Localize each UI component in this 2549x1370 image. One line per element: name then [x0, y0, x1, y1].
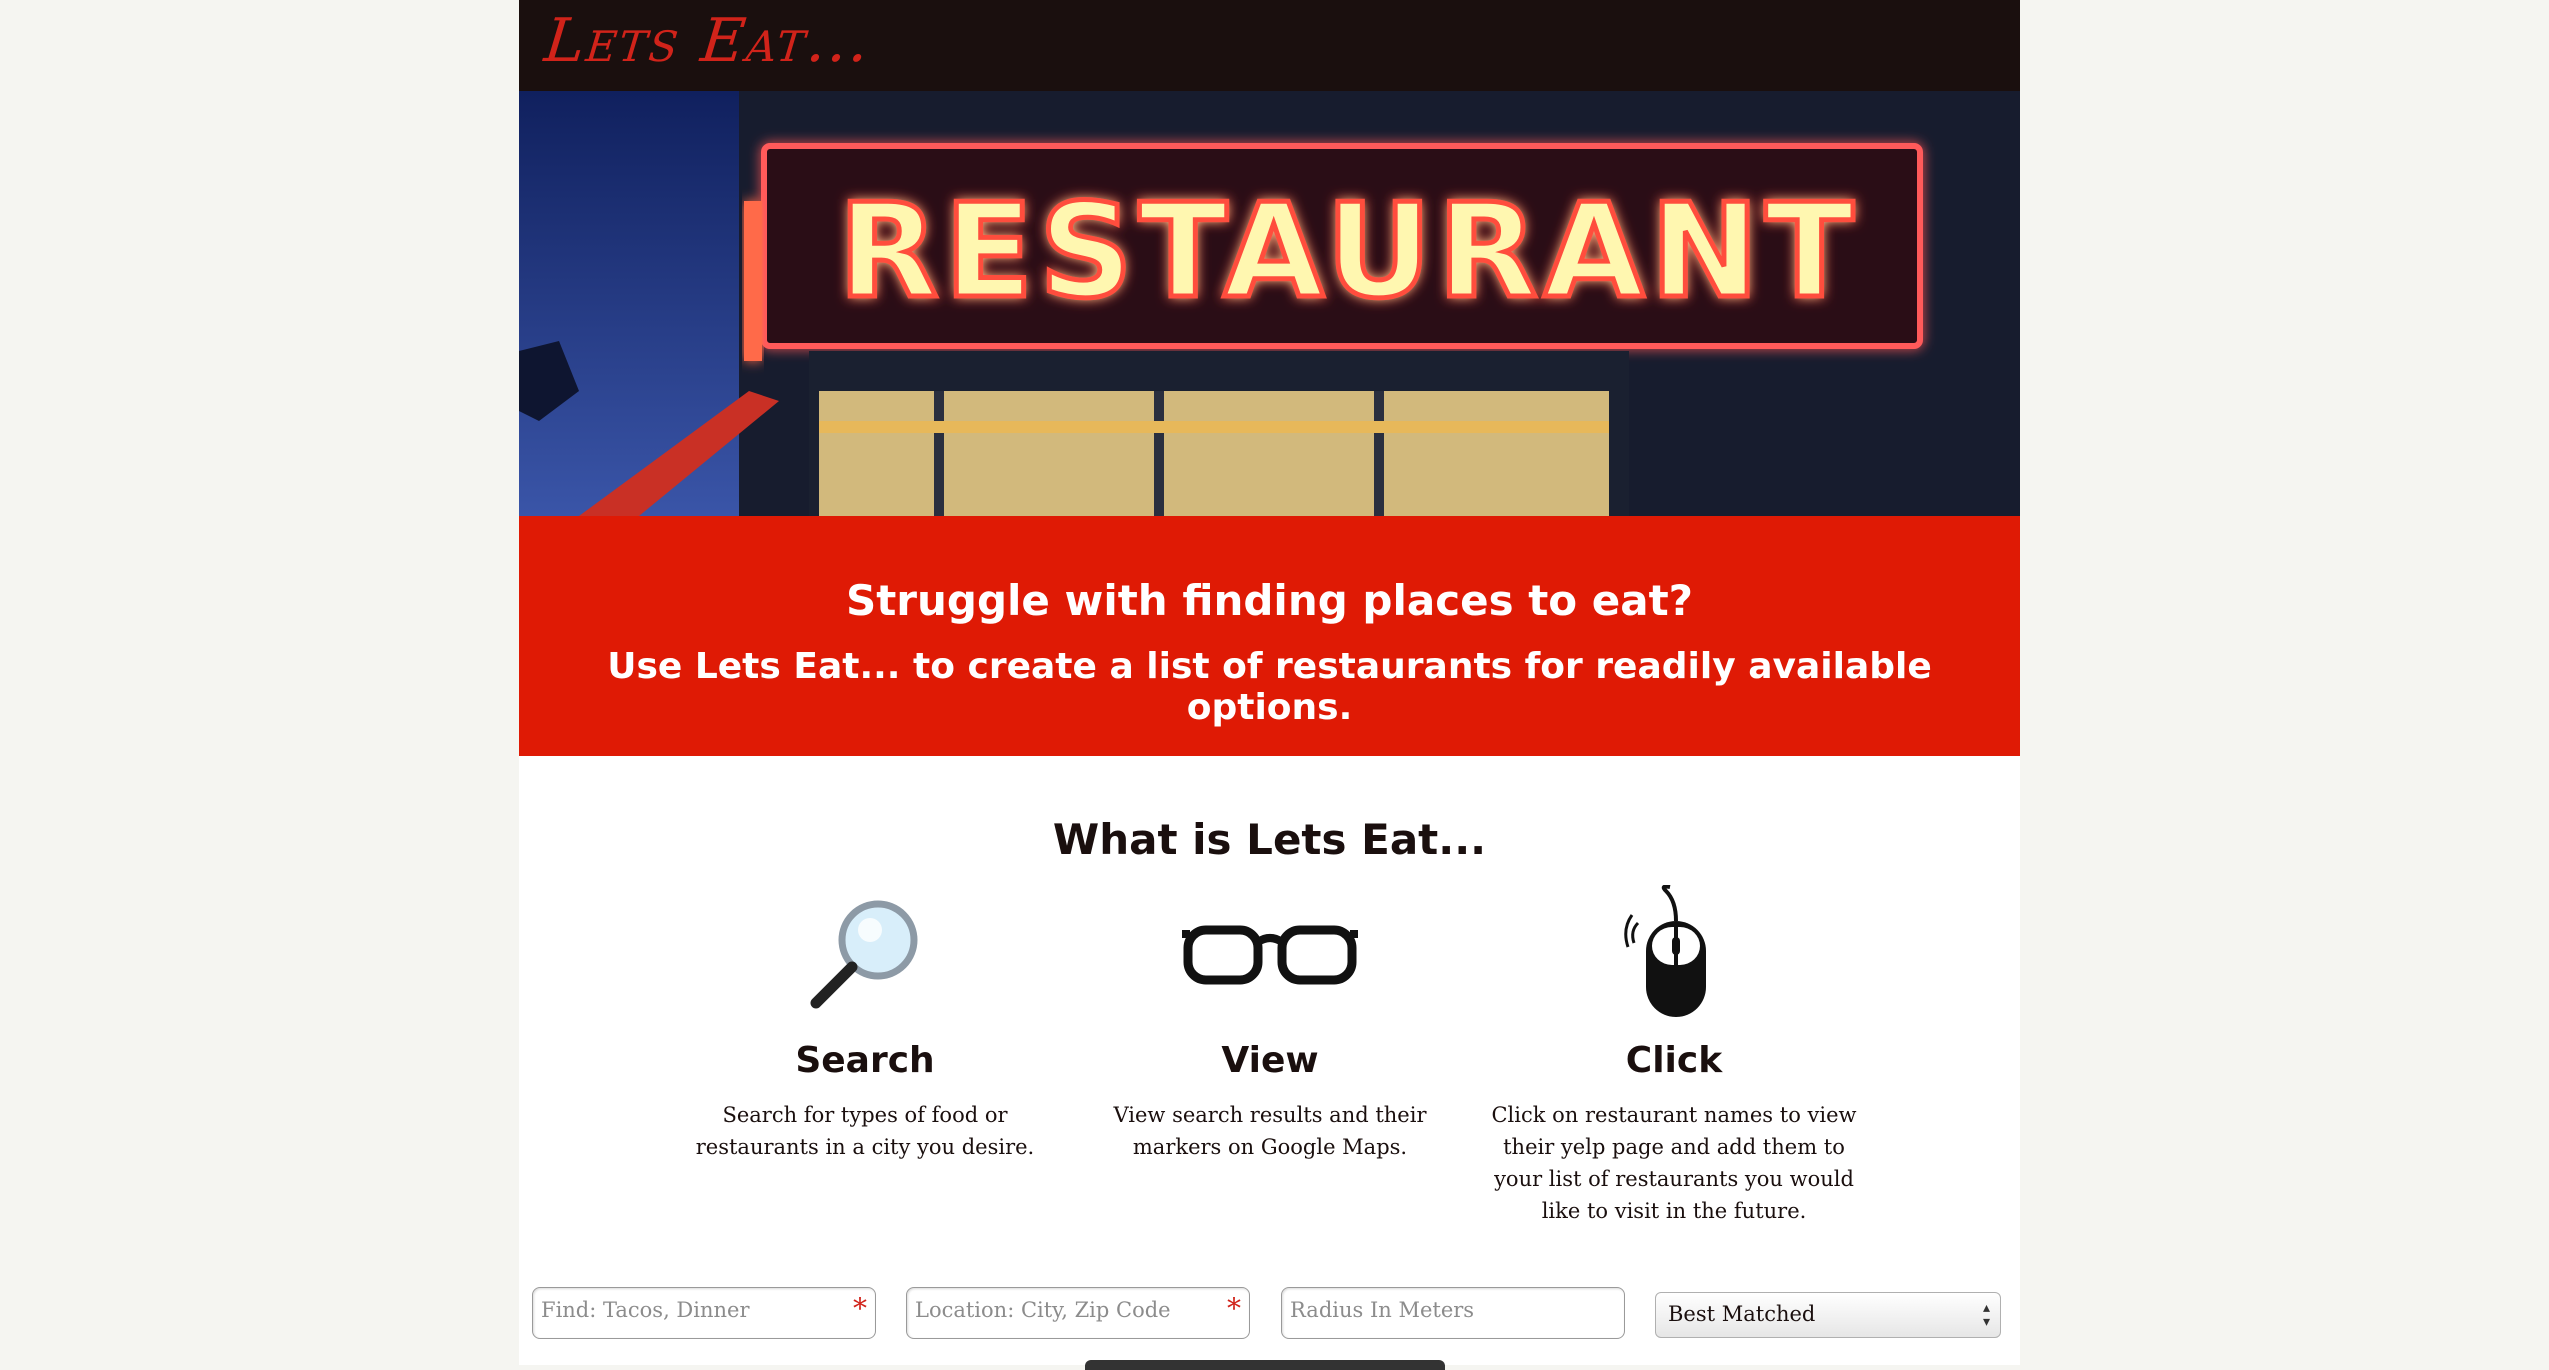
feature-search: Search Search for types of food or resta…	[665, 885, 1065, 1163]
feature-click: Click Click on restaurant names to view …	[1474, 885, 1874, 1227]
restaurant-sign-text: RESTAURANT	[838, 175, 1859, 327]
location-placeholder: Location: City, Zip Code	[915, 1298, 1171, 1322]
glasses-icon	[1070, 885, 1470, 1025]
sort-selected-value: Best Matched	[1668, 1302, 1816, 1326]
feature-description: Search for types of food or restaurants …	[695, 1103, 1035, 1159]
search-button[interactable]	[1085, 1360, 1445, 1370]
banner-subheadline: Use Lets Eat... to create a list of rest…	[607, 646, 1932, 728]
top-bar: Lets Eat...	[519, 0, 2020, 91]
hero-image: RESTAURANT	[519, 91, 2020, 516]
radius-input[interactable]: Radius In Meters	[1281, 1287, 1625, 1339]
mouse-icon	[1474, 885, 1874, 1025]
find-placeholder: Find: Tacos, Dinner	[541, 1298, 750, 1322]
tagline-banner: Struggle with finding places to eat? Use…	[519, 516, 2020, 756]
find-input[interactable]: Find: Tacos, Dinner *	[532, 1287, 876, 1339]
feature-name: View	[1221, 1040, 1319, 1081]
feature-name: Search	[795, 1040, 935, 1081]
location-input[interactable]: Location: City, Zip Code *	[906, 1287, 1250, 1339]
required-marker: *	[1227, 1292, 1241, 1325]
about-title: What is Lets Eat...	[1052, 815, 1487, 864]
feature-description: View search results and their markers on…	[1113, 1103, 1427, 1159]
banner-headline: Struggle with finding places to eat?	[845, 576, 1694, 625]
required-marker: *	[853, 1292, 867, 1325]
feature-name: Click	[1625, 1040, 1723, 1081]
page: Lets Eat... RESTAURANT Struggle with fin…	[519, 0, 2020, 1370]
feature-description: Click on restaurant names to view their …	[1491, 1103, 1857, 1223]
radius-placeholder: Radius In Meters	[1290, 1298, 1475, 1322]
feature-view: View View search results and their marke…	[1070, 885, 1470, 1163]
logo[interactable]: Lets Eat...	[541, 6, 874, 76]
magnifying-glass-icon	[665, 885, 1065, 1025]
sort-select[interactable]: Best Matched ▴ ▾	[1655, 1292, 2001, 1338]
select-arrows-icon: ▴ ▾	[1982, 1300, 1990, 1330]
